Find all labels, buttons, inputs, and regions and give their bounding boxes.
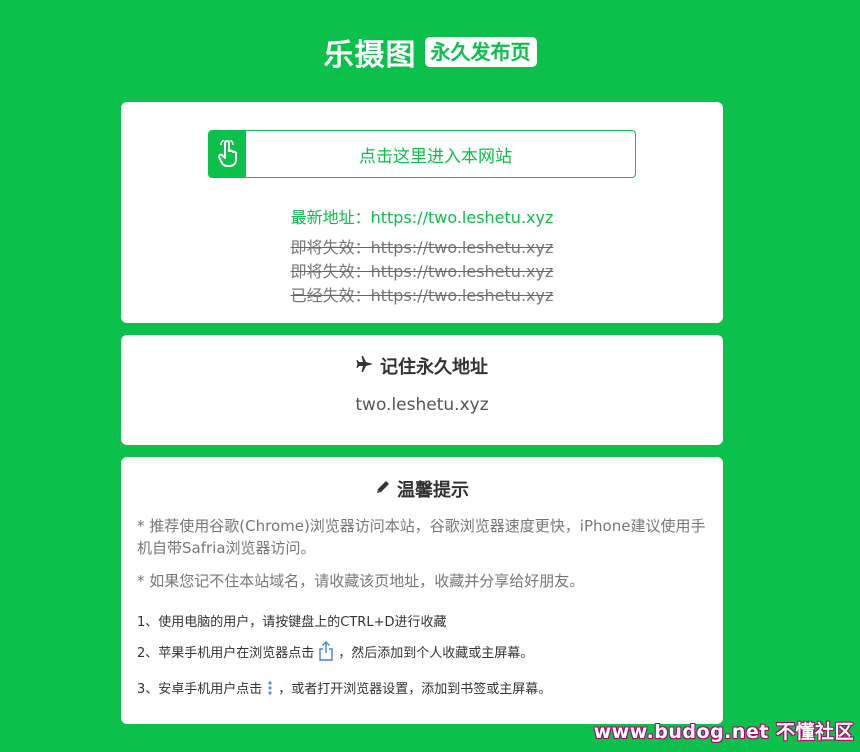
tip-browser: * 推荐使用谷歌(Chrome)浏览器访问本站，谷歌浏览器速度更快，iPhone…	[137, 517, 706, 557]
tips-title-text: 温馨提示	[397, 480, 469, 501]
step-apple: 2、苹果手机用户在浏览器点击 ，然后添加到个人收藏或主屏幕。	[137, 641, 709, 661]
tips-card: 温馨提示 * 推荐使用谷歌(Chrome)浏览器访问本站，谷歌浏览器速度更快，i…	[121, 457, 723, 724]
brand-badge: 永久发布页	[424, 37, 537, 67]
tips-title: 温馨提示	[121, 476, 723, 502]
step-apple-text-after: ，然后添加到个人收藏或主屏幕。	[338, 645, 534, 661]
step-pc-text: 1、使用电脑的用户，请按键盘上的CTRL+D进行收藏	[137, 615, 447, 630]
tip-bookmark: * 如果您记不住本站域名，请收藏该页地址，收藏并分享给好朋友。	[137, 572, 585, 590]
watermark: www.budog.net 不懂社区	[593, 721, 854, 743]
permanent-title-text: 记住永久地址	[380, 357, 488, 378]
step-android: 3、安卓手机用户点击 ，或者打开浏览器设置，添加到书签或主屏幕。	[137, 678, 709, 697]
permanent-address-title: 记住永久地址	[121, 353, 723, 379]
header: 乐摄图 永久发布页	[0, 30, 860, 74]
step-pc: 1、使用电脑的用户，请按键盘上的CTRL+D进行收藏	[137, 611, 709, 630]
page: 乐摄图 永久发布页 点击这里进入本网站 最新地址：https://two.les…	[0, 0, 860, 752]
share-icon	[318, 641, 334, 661]
permanent-address: two.leshetu.xyz	[355, 395, 489, 415]
brand-name: 乐摄图	[323, 38, 417, 73]
enter-site-button[interactable]: 点击这里进入本网站	[208, 130, 636, 178]
plane-icon	[356, 355, 374, 378]
step-apple-text-before: 2、苹果手机用户在浏览器点击	[137, 645, 315, 661]
enter-site-label: 点击这里进入本网站	[359, 146, 512, 167]
entry-card: 点击这里进入本网站 最新地址：https://two.leshetu.xyz 即…	[121, 102, 723, 323]
step-android-text-before: 3、安卓手机用户点击	[137, 682, 263, 697]
more-vertical-icon	[266, 680, 274, 696]
expiring-address-1: 即将失效：https://two.leshetu.xyz	[290, 238, 554, 257]
permanent-address-card: 记住永久地址 two.leshetu.xyz	[121, 335, 723, 445]
expired-address: 已经失效：https://two.leshetu.xyz	[290, 286, 554, 305]
pencil-icon	[375, 479, 391, 500]
hand-pointer-icon	[209, 131, 246, 177]
expiring-address-2: 即将失效：https://two.leshetu.xyz	[290, 262, 554, 281]
step-android-text-after: ，或者打开浏览器设置，添加到书签或主屏幕。	[278, 682, 552, 697]
latest-address[interactable]: 最新地址：https://two.leshetu.xyz	[121, 206, 723, 230]
